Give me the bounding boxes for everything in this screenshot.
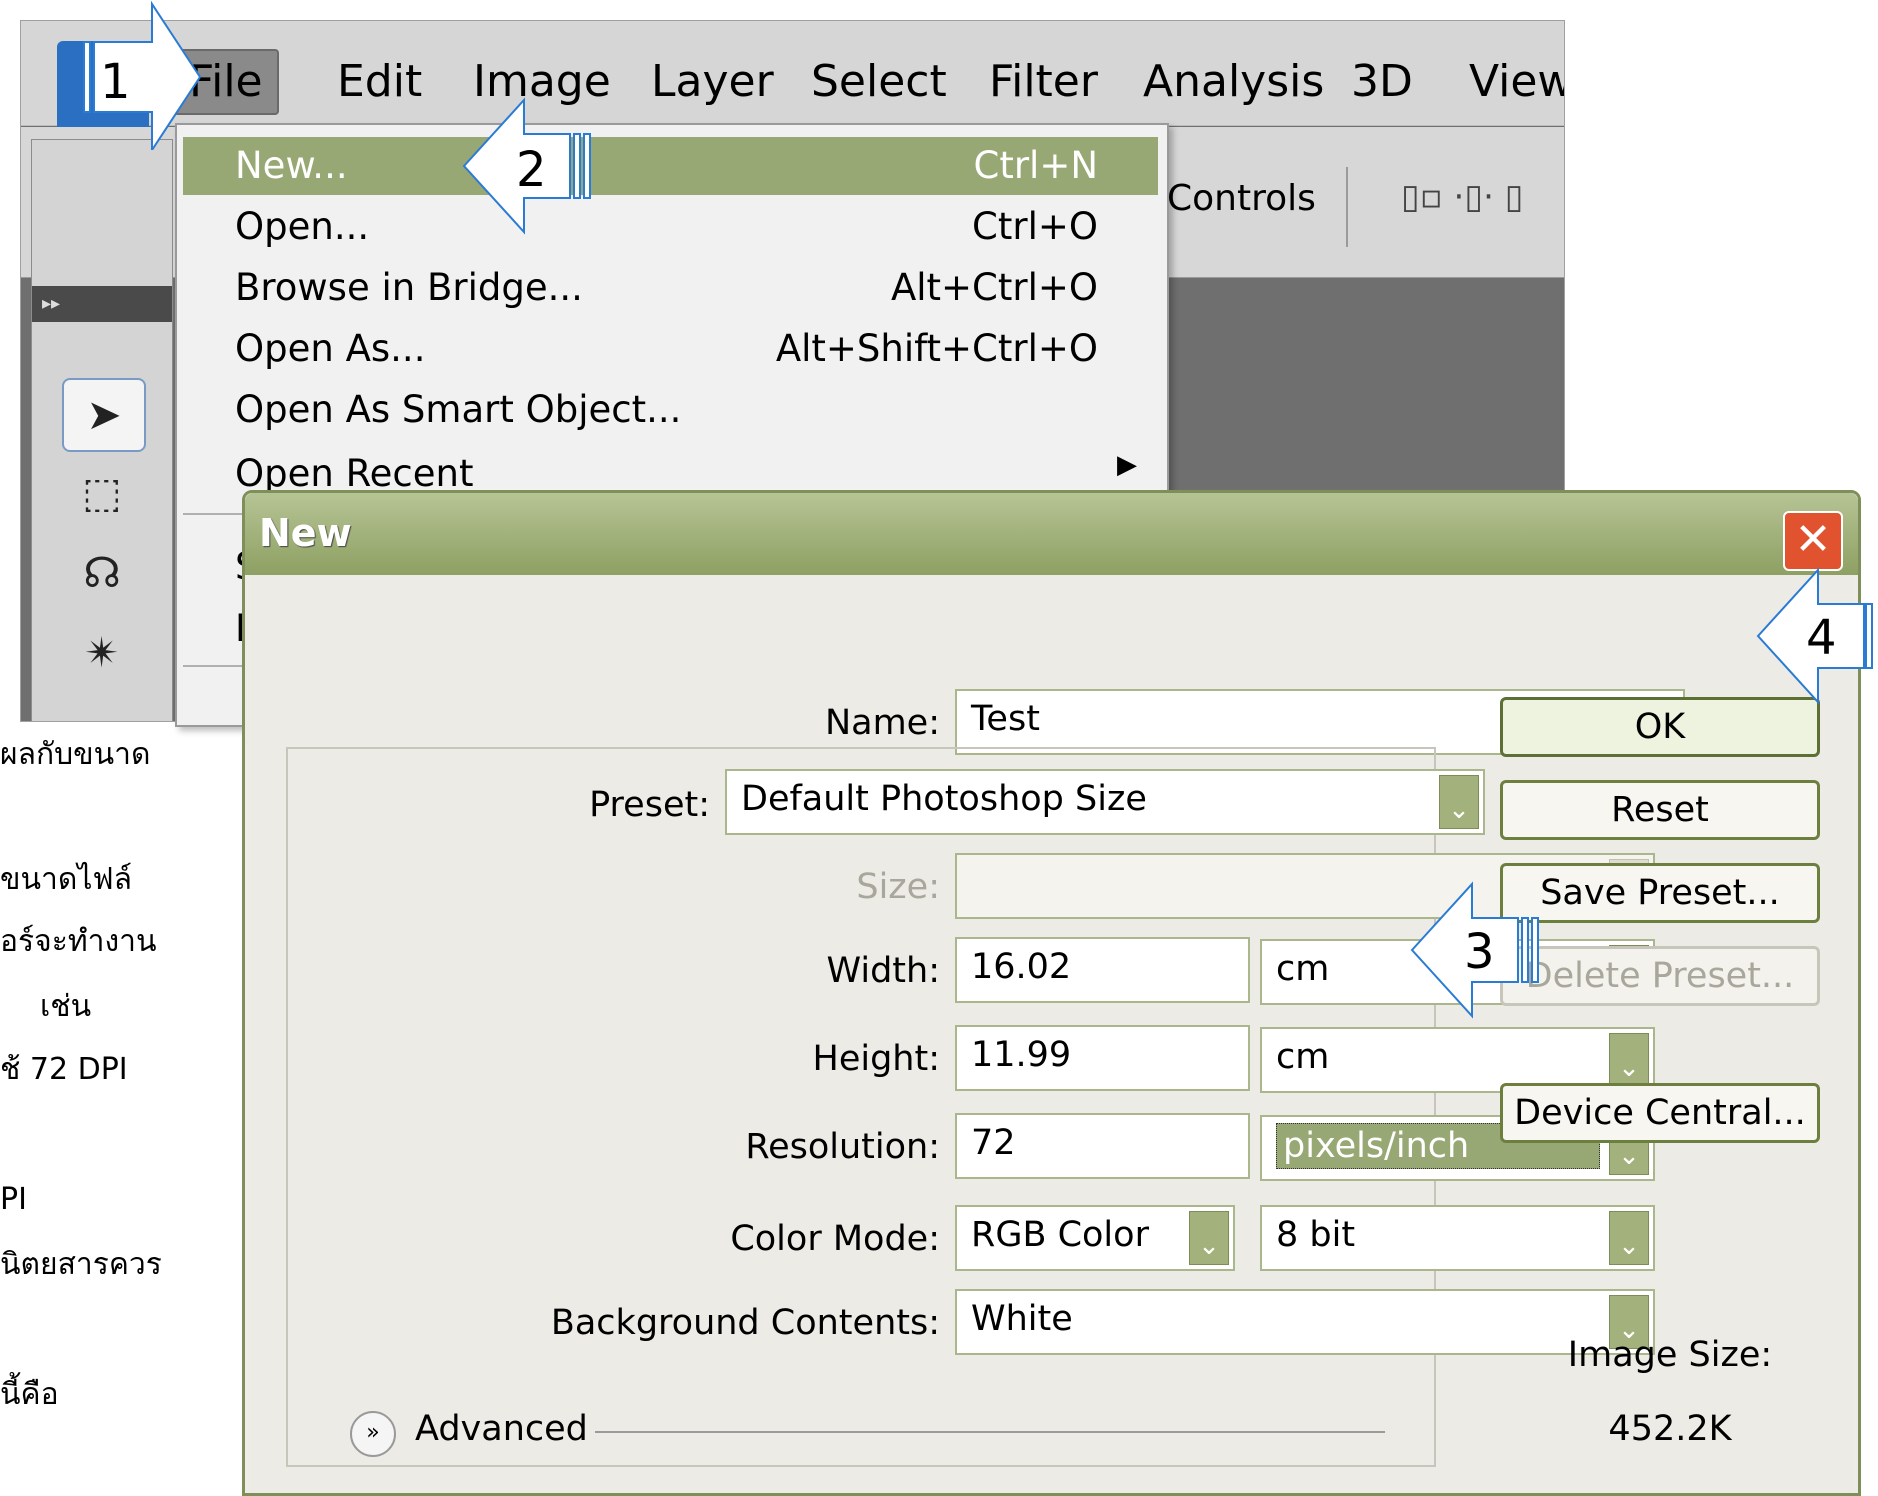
- document-text-line: ผลกับขนาด: [0, 737, 151, 772]
- menu-filter[interactable]: Filter: [977, 55, 1110, 109]
- document-text-line: PI: [0, 1182, 27, 1217]
- menu-item-label: Open...: [235, 205, 370, 248]
- chevron-down-icon[interactable]: ⌄: [1189, 1211, 1229, 1265]
- callout-number-1: 1: [100, 54, 131, 110]
- menu-edit[interactable]: Edit: [325, 55, 434, 109]
- width-unit-value: cm: [1276, 949, 1330, 989]
- file-menu-open-as[interactable]: Open As... Alt+Shift+Ctrl+O: [183, 320, 1158, 378]
- menu-item-label: Browse in Bridge...: [235, 266, 583, 309]
- color-mode-value: RGB Color: [971, 1215, 1149, 1255]
- delete-preset-button: Delete Preset...: [1500, 946, 1820, 1006]
- background-contents-value: White: [971, 1299, 1073, 1339]
- bit-depth-value: 8 bit: [1276, 1215, 1356, 1255]
- reset-button[interactable]: Reset: [1500, 780, 1820, 840]
- file-menu-new[interactable]: New... Ctrl+N: [183, 137, 1158, 195]
- menu-bar: File Edit Image Layer Select Filter Anal…: [21, 21, 1564, 137]
- chevron-down-icon[interactable]: ⌄: [1439, 775, 1479, 829]
- width-label: Width:: [826, 951, 940, 991]
- options-separator: [1346, 167, 1348, 247]
- menu-item-shortcut: Alt+Shift+Ctrl+O: [775, 327, 1098, 370]
- color-mode-select[interactable]: RGB Color ⌄: [955, 1205, 1235, 1271]
- magic-wand-tool-icon[interactable]: ✴: [62, 618, 142, 688]
- image-size-value: 452.2K: [1608, 1409, 1732, 1449]
- menu-analysis[interactable]: Analysis: [1131, 55, 1336, 109]
- show-transform-controls-label[interactable]: Controls: [1167, 177, 1316, 221]
- move-tool-icon[interactable]: ➤: [62, 378, 146, 452]
- document-text-line: ช้ 72 DPI: [0, 1052, 128, 1087]
- menu-item-label: New...: [235, 144, 348, 187]
- resolution-label: Resolution:: [745, 1127, 940, 1167]
- background-contents-label: Background Contents:: [550, 1303, 940, 1343]
- preset-label: Preset:: [310, 783, 710, 827]
- document-text-line: นี้คือ: [0, 1377, 59, 1412]
- chevron-down-icon[interactable]: ⌄: [1609, 1033, 1649, 1087]
- document-text-line: ขนาดไฟล์: [0, 862, 133, 897]
- dialog-body: Name: Test Preset: Default Photoshop Siz…: [250, 575, 1853, 1493]
- file-menu-open[interactable]: Open... Ctrl+O: [183, 198, 1158, 256]
- toolbox: ▸▸ ➤ ⬚ ☊ ✴: [31, 139, 173, 721]
- callout-number-4: 4: [1806, 610, 1837, 666]
- document-text-line: อร์จะทำงาน: [0, 924, 157, 959]
- height-input[interactable]: 11.99: [955, 1025, 1250, 1091]
- width-input[interactable]: 16.02: [955, 937, 1250, 1003]
- lasso-tool-icon[interactable]: ☊: [62, 538, 142, 608]
- file-menu-open-as-smart-object[interactable]: Open As Smart Object...: [183, 381, 1158, 439]
- save-preset-button[interactable]: Save Preset...: [1500, 863, 1820, 923]
- new-document-dialog: New ✕ Name: Test Preset: Default Photosh…: [242, 490, 1861, 1496]
- close-icon[interactable]: ✕: [1783, 511, 1843, 571]
- dialog-title: New: [259, 511, 352, 555]
- document-text-line: นิตยสารควร: [0, 1247, 162, 1282]
- advanced-divider: [595, 1431, 1385, 1433]
- size-label: Size:: [856, 867, 940, 907]
- menu-item-shortcut: Alt+Ctrl+O: [890, 266, 1098, 309]
- dialog-titlebar[interactable]: New ✕: [245, 493, 1858, 575]
- advanced-expand-icon[interactable]: »: [350, 1411, 396, 1457]
- color-mode-label: Color Mode:: [730, 1219, 940, 1259]
- document-text-line: เช่น: [40, 989, 92, 1024]
- toolbox-collapse-bar[interactable]: ▸▸: [32, 286, 172, 322]
- preset-value: Default Photoshop Size: [741, 779, 1147, 819]
- device-central-button[interactable]: Device Central...: [1500, 1083, 1820, 1143]
- marquee-tool-icon[interactable]: ⬚: [62, 458, 142, 528]
- image-size-label: Image Size:: [1567, 1335, 1773, 1375]
- height-label: Height:: [812, 1039, 941, 1079]
- menu-item-shortcut: Ctrl+N: [973, 144, 1098, 187]
- menu-item-shortcut: Ctrl+O: [972, 205, 1098, 248]
- menu-item-label: Open As Smart Object...: [235, 388, 682, 431]
- callout-number-2: 2: [516, 142, 547, 198]
- ok-button[interactable]: OK: [1500, 697, 1820, 757]
- submenu-arrow-icon: ▶: [1117, 450, 1137, 480]
- file-menu-browse-in-bridge[interactable]: Browse in Bridge... Alt+Ctrl+O: [183, 259, 1158, 317]
- menu-3d[interactable]: 3D: [1339, 55, 1425, 109]
- advanced-label[interactable]: Advanced: [415, 1409, 588, 1449]
- resolution-input[interactable]: 72: [955, 1113, 1250, 1179]
- align-icons[interactable]: ▯▫ ·▯· ▯: [1401, 177, 1523, 217]
- height-unit-value: cm: [1276, 1037, 1330, 1077]
- menu-item-label: Open As...: [235, 327, 426, 370]
- menu-view[interactable]: View: [1457, 55, 1564, 109]
- name-label: Name:: [824, 703, 940, 743]
- menu-select[interactable]: Select: [799, 55, 959, 109]
- bit-depth-select[interactable]: 8 bit ⌄: [1260, 1205, 1655, 1271]
- chevron-down-icon[interactable]: ⌄: [1609, 1211, 1649, 1265]
- preset-select[interactable]: Default Photoshop Size ⌄: [725, 769, 1485, 835]
- menu-layer[interactable]: Layer: [639, 55, 786, 109]
- callout-number-3: 3: [1464, 924, 1495, 980]
